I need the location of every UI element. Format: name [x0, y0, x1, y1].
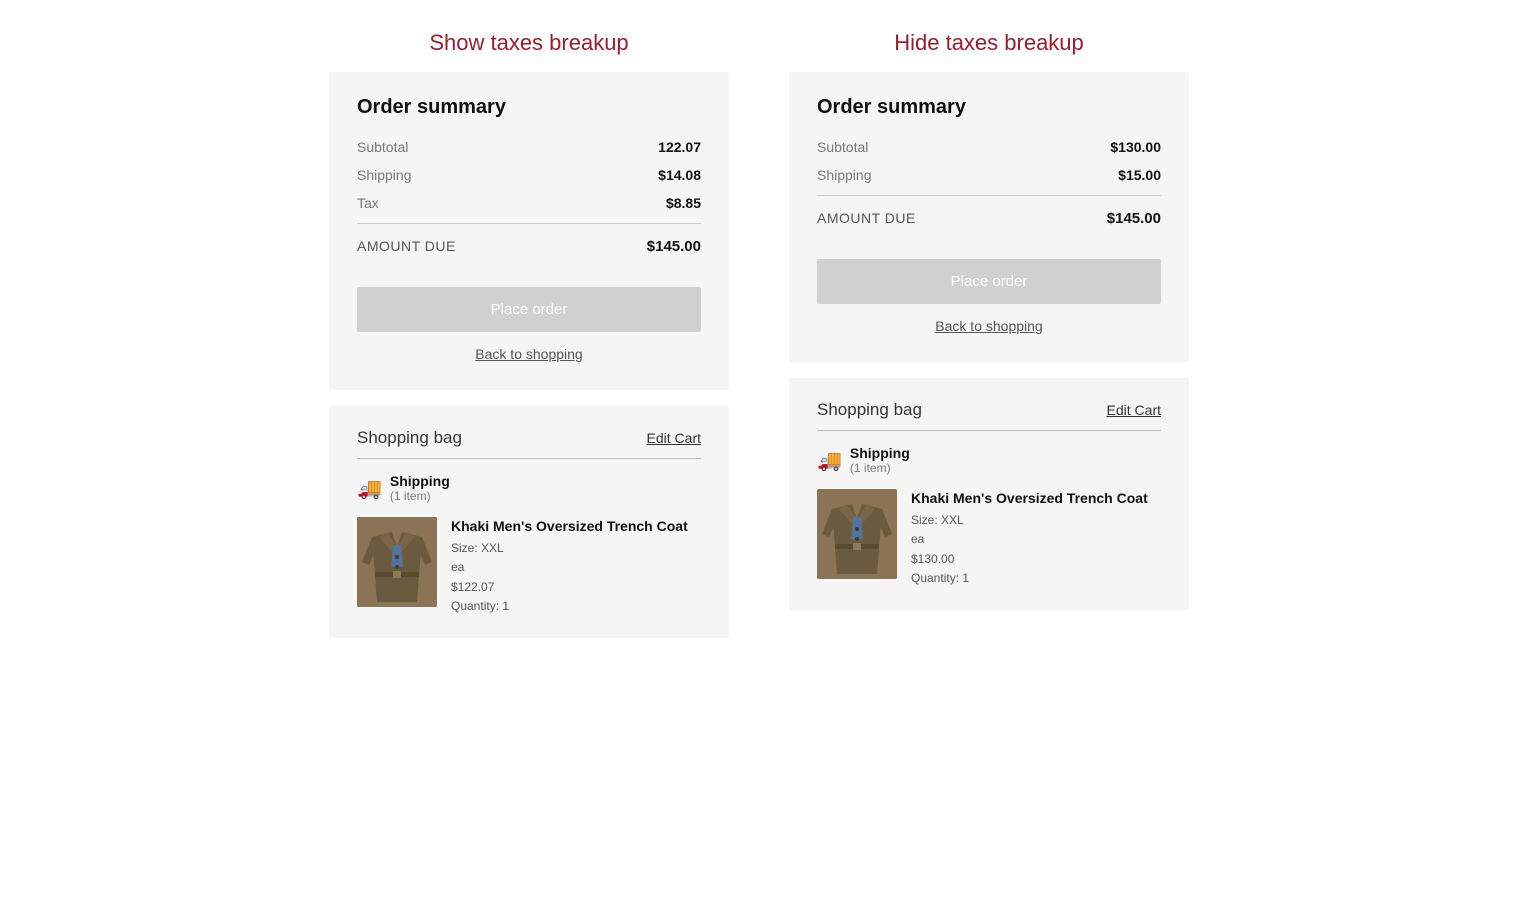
left-amount-due-value: $145.00 — [647, 238, 701, 255]
right-shopping-bag-header: Shopping bag Edit Cart — [817, 400, 1161, 420]
right-product-image — [817, 489, 897, 579]
left-shipping-label-bag: Shipping — [390, 473, 450, 489]
left-product-quantity: Quantity: 1 — [451, 599, 509, 613]
left-product-name: Khaki Men's Oversized Trench Coat — [451, 517, 701, 535]
right-subtotal-row: Subtotal $130.00 — [817, 133, 1161, 161]
right-truck-icon: 🚚 — [817, 448, 842, 473]
left-tax-label: Tax — [357, 195, 379, 211]
left-shipping-row: Shipping $14.08 — [357, 161, 701, 189]
left-shipping-label: Shipping — [357, 167, 412, 183]
left-divider — [357, 223, 701, 224]
right-amount-due-label: AMOUNT DUE — [817, 210, 916, 227]
left-place-order-button[interactable]: Place order — [357, 287, 701, 332]
right-product-unit: ea — [911, 532, 924, 546]
right-shipping-info: Shipping (1 item) — [850, 445, 910, 475]
left-product-price: $122.07 — [451, 580, 494, 594]
right-amount-due-row: AMOUNT DUE $145.00 — [817, 202, 1161, 235]
right-shopping-bag-title: Shopping bag — [817, 400, 922, 420]
left-tax-value: $8.85 — [666, 195, 701, 211]
right-coat-svg — [817, 489, 897, 579]
right-product-details: Khaki Men's Oversized Trench Coat Size: … — [911, 489, 1161, 588]
right-product-meta: Size: XXL ea $130.00 Quantity: 1 — [911, 511, 1161, 588]
left-back-to-shopping-link[interactable]: Back to shopping — [357, 346, 701, 362]
left-shipping-row-bag: 🚚 Shipping (1 item) — [357, 473, 701, 503]
left-edit-cart-link[interactable]: Edit Cart — [647, 430, 701, 446]
right-product-quantity: Quantity: 1 — [911, 571, 969, 585]
left-bag-divider — [357, 458, 701, 459]
right-order-summary-card: Order summary Subtotal $130.00 Shipping … — [789, 72, 1189, 362]
right-product-size: Size: XXL — [911, 513, 964, 527]
left-coat-svg — [357, 517, 437, 607]
left-subtotal-label: Subtotal — [357, 139, 408, 155]
left-subtotal-row: Subtotal 122.07 — [357, 133, 701, 161]
left-shopping-bag-title: Shopping bag — [357, 428, 462, 448]
right-product-name: Khaki Men's Oversized Trench Coat — [911, 489, 1161, 507]
right-shipping-label: Shipping — [817, 167, 872, 183]
left-amount-due-row: AMOUNT DUE $145.00 — [357, 230, 701, 263]
left-truck-icon: 🚚 — [357, 476, 382, 501]
hide-taxes-section: Hide taxes breakup Order summary Subtota… — [789, 30, 1189, 610]
right-product-row: Khaki Men's Oversized Trench Coat Size: … — [817, 489, 1161, 588]
left-product-size: Size: XXL — [451, 541, 504, 555]
left-shopping-bag-header: Shopping bag Edit Cart — [357, 428, 701, 448]
left-shipping-info: Shipping (1 item) — [390, 473, 450, 503]
left-shipping-value: $14.08 — [658, 167, 701, 183]
left-shopping-bag-card: Shopping bag Edit Cart 🚚 Shipping (1 ite… — [329, 406, 729, 638]
left-tax-row: Tax $8.85 — [357, 189, 701, 217]
right-shipping-row: Shipping $15.00 — [817, 161, 1161, 189]
left-subtotal-value: 122.07 — [658, 139, 701, 155]
left-order-summary-heading: Order summary — [357, 96, 701, 119]
right-shipping-row-bag: 🚚 Shipping (1 item) — [817, 445, 1161, 475]
left-shipping-count: (1 item) — [390, 489, 450, 503]
left-product-meta: Size: XXL ea $122.07 Quantity: 1 — [451, 539, 701, 616]
right-shopping-bag-card: Shopping bag Edit Cart 🚚 Shipping (1 ite… — [789, 378, 1189, 610]
right-place-order-button[interactable]: Place order — [817, 259, 1161, 304]
left-product-row: Khaki Men's Oversized Trench Coat Size: … — [357, 517, 701, 616]
left-product-unit: ea — [451, 560, 464, 574]
right-product-price: $130.00 — [911, 552, 954, 566]
right-order-summary-heading: Order summary — [817, 96, 1161, 119]
right-shipping-count: (1 item) — [850, 461, 910, 475]
right-subtotal-label: Subtotal — [817, 139, 868, 155]
left-order-summary-card: Order summary Subtotal 122.07 Shipping $… — [329, 72, 729, 390]
right-amount-due-value: $145.00 — [1107, 210, 1161, 227]
right-shipping-label-bag: Shipping — [850, 445, 910, 461]
show-taxes-section: Show taxes breakup Order summary Subtota… — [329, 30, 729, 638]
left-product-image — [357, 517, 437, 607]
left-amount-due-label: AMOUNT DUE — [357, 238, 456, 255]
right-edit-cart-link[interactable]: Edit Cart — [1107, 402, 1161, 418]
hide-taxes-title: Hide taxes breakup — [894, 30, 1084, 56]
right-divider — [817, 195, 1161, 196]
right-shipping-value: $15.00 — [1118, 167, 1161, 183]
right-bag-divider — [817, 430, 1161, 431]
right-subtotal-value: $130.00 — [1110, 139, 1161, 155]
left-product-details: Khaki Men's Oversized Trench Coat Size: … — [451, 517, 701, 616]
right-back-to-shopping-link[interactable]: Back to shopping — [817, 318, 1161, 334]
show-taxes-title: Show taxes breakup — [429, 30, 628, 56]
